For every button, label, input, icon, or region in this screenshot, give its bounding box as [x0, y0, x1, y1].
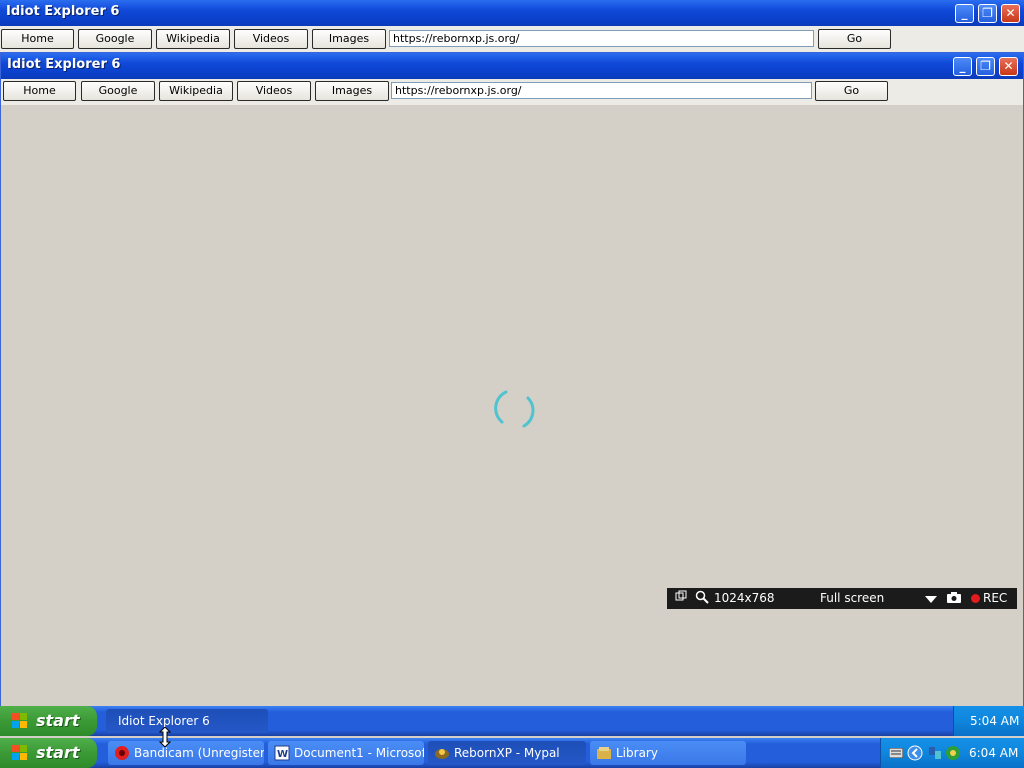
mypal-icon	[434, 745, 450, 761]
system-tray: 6:04 AM	[880, 738, 1024, 768]
restore-button[interactable]: ❐	[978, 4, 997, 23]
taskbar-item-rebornxp-mypal[interactable]: RebornXP - Mypal	[428, 741, 586, 765]
wikipedia-button[interactable]: Wikipedia	[159, 81, 233, 101]
start-label: start	[36, 711, 80, 730]
svg-text:W: W	[277, 749, 288, 760]
restore-button[interactable]: ❐	[976, 57, 995, 76]
chevron-left-icon[interactable]	[907, 745, 923, 764]
url-input[interactable]: https://rebornxp.js.org/	[391, 82, 812, 99]
taskbar-item-idiot-explorer[interactable]: Idiot Explorer 6	[106, 709, 268, 733]
clock[interactable]: 5:04 AM	[970, 714, 1019, 728]
word-icon: W	[274, 745, 290, 761]
inner-title-bar[interactable]: Idiot Explorer 6 _ ❐ ✕	[1, 53, 1023, 79]
outer-toolbar: Home Google Wikipedia Videos Images http…	[0, 26, 1024, 52]
minimize-button[interactable]: _	[955, 4, 974, 23]
clock[interactable]: 6:04 AM	[969, 746, 1018, 760]
home-button[interactable]: Home	[3, 81, 76, 101]
taskbar-item-label: Bandicam (Unregister...	[134, 746, 264, 760]
minimize-button[interactable]: _	[953, 57, 972, 76]
keyboard-icon[interactable]	[888, 747, 904, 761]
images-button[interactable]: Images	[312, 29, 386, 49]
close-button[interactable]: ✕	[999, 57, 1018, 76]
inner-taskbar: start Idiot Explorer 6 5:04 AM	[0, 706, 1024, 736]
taskbar-item-bandicam[interactable]: Bandicam (Unregister...	[108, 741, 264, 765]
rec-label[interactable]: REC	[983, 591, 1007, 605]
go-button[interactable]: Go	[815, 81, 888, 101]
start-button[interactable]: start	[0, 738, 97, 768]
home-button[interactable]: Home	[1, 29, 74, 49]
resolution-label: 1024x768	[714, 591, 775, 605]
bandicam-tray-icon[interactable]	[945, 745, 961, 764]
network-icon[interactable]	[927, 745, 943, 764]
images-button[interactable]: Images	[315, 81, 389, 101]
inner-toolbar: Home Google Wikipedia Videos Images http…	[1, 79, 1023, 105]
outer-taskbar: start Bandicam (Unregister... W Document…	[0, 738, 1024, 768]
videos-button[interactable]: Videos	[237, 81, 311, 101]
loading-spinner-icon	[494, 390, 535, 428]
taskbar-item-library[interactable]: Library	[590, 741, 746, 765]
library-icon	[596, 745, 612, 761]
outer-window-title: Idiot Explorer 6	[6, 4, 120, 19]
taskbar-item-label: Document1 - Microsof...	[294, 746, 424, 760]
url-input[interactable]: https://rebornxp.js.org/	[389, 30, 814, 47]
taskbar-item-label: Library	[616, 746, 658, 760]
go-button[interactable]: Go	[818, 29, 891, 49]
start-label: start	[36, 743, 80, 762]
chevron-down-icon[interactable]	[925, 593, 937, 607]
taskbar-item-label: RebornXP - Mypal	[454, 746, 560, 760]
google-button[interactable]: Google	[78, 29, 152, 49]
zoom-icon[interactable]	[695, 590, 709, 607]
mode-label[interactable]: Full screen	[820, 591, 884, 605]
taskbar-item-document1[interactable]: W Document1 - Microsof...	[268, 741, 424, 765]
system-tray: 5:04 AM	[953, 706, 1024, 736]
record-dot-icon[interactable]	[971, 594, 980, 603]
close-button[interactable]: ✕	[1001, 4, 1020, 23]
camera-icon[interactable]	[947, 591, 961, 606]
windows-logo-icon	[12, 713, 28, 729]
resize-cursor-icon	[159, 727, 171, 747]
start-button[interactable]: start	[0, 706, 97, 736]
window-mode-icon[interactable]	[675, 590, 687, 605]
google-button[interactable]: Google	[81, 81, 155, 101]
videos-button[interactable]: Videos	[234, 29, 308, 49]
inner-window-title: Idiot Explorer 6	[7, 57, 121, 72]
bandicam-icon	[114, 745, 130, 761]
recorder-toolbar: 1024x768 Full screen REC	[667, 588, 1017, 609]
wikipedia-button[interactable]: Wikipedia	[156, 29, 230, 49]
outer-title-bar[interactable]: Idiot Explorer 6 _ ❐ ✕	[0, 0, 1024, 26]
windows-logo-icon	[12, 745, 28, 761]
